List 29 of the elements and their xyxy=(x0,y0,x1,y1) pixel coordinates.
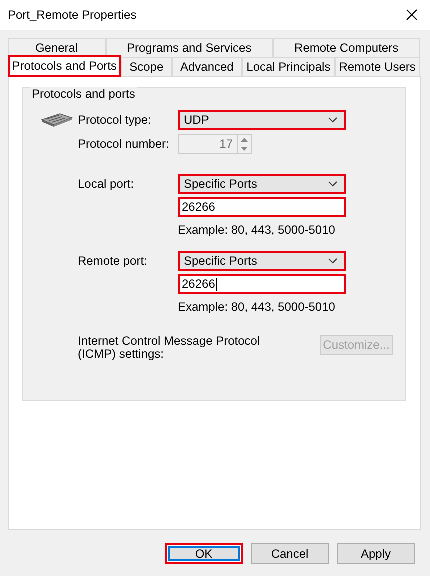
dialog-button[interactable]: Cancel xyxy=(251,543,329,564)
chevron-down-icon xyxy=(328,181,338,187)
close-icon[interactable] xyxy=(406,9,418,21)
tab[interactable]: Remote Computers xyxy=(273,38,420,57)
window-title: Port_Remote Properties xyxy=(8,8,137,22)
protocol-type-dropdown[interactable]: UDP xyxy=(178,110,346,130)
dialog-button[interactable]: OK xyxy=(165,543,243,564)
port-input-field[interactable]: 26266 xyxy=(178,197,346,217)
port-dropdown[interactable]: Specific Ports xyxy=(178,174,346,194)
port-input-field[interactable]: 26266 xyxy=(178,274,346,294)
tab[interactable]: Scope xyxy=(121,57,172,76)
tab[interactable]: Local Principals xyxy=(242,57,336,76)
field-label: Protocol number: xyxy=(78,137,170,151)
field-label: Remote port: xyxy=(78,254,148,268)
tab[interactable]: Remote Users xyxy=(335,57,420,76)
example-hint: Example: 80, 443, 5000-5010 xyxy=(178,222,336,238)
group-title: Protocols and ports xyxy=(30,87,138,101)
field-label: Protocol type: xyxy=(78,113,152,127)
field-label: Local port: xyxy=(78,177,134,191)
example-hint: Example: 80, 443, 5000-5010 xyxy=(178,299,336,315)
chevron-down-icon xyxy=(328,117,338,123)
tab[interactable]: Advanced xyxy=(172,57,242,76)
dialog-button[interactable]: Apply xyxy=(337,543,415,564)
tab[interactable]: Protocols and Ports xyxy=(8,55,122,77)
tab[interactable]: Programs and Services xyxy=(106,38,274,57)
port-dropdown[interactable]: Specific Ports xyxy=(178,251,346,271)
network-plug-icon xyxy=(40,111,74,129)
chevron-down-icon xyxy=(328,258,338,264)
icmp-label: Internet Control Message Protocol (ICMP) settings: xyxy=(78,335,262,361)
